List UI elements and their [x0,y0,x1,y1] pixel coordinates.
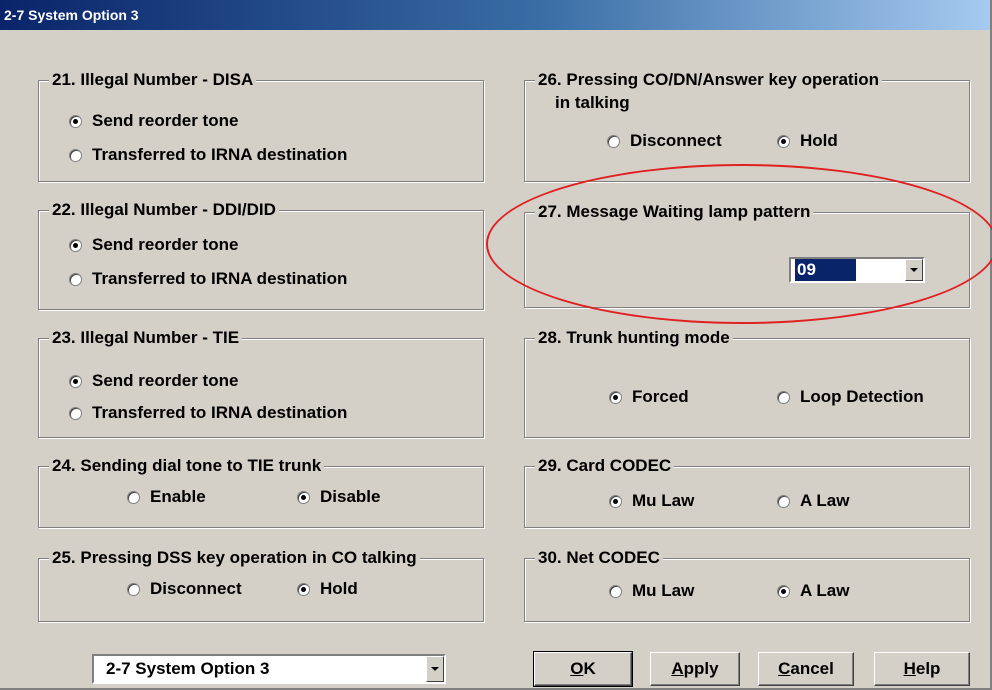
radio-unselected-icon [69,148,82,162]
group-29-card-codec: 29. Card CODEC Mu Law A Law [524,455,970,528]
ok-label: K [583,659,596,678]
g29-a-law-radio[interactable]: A Law [777,491,849,511]
cancel-button[interactable]: Cancel [758,652,854,686]
group-26-co-dn-answer-key: 26. Pressing CO/DN/Answer key operation … [524,69,970,182]
group-29-title: 29. Card CODEC [535,455,675,477]
radio-unselected-icon [127,490,140,504]
dialog-window: 2-7 System Option 3 21. Illegal Number -… [0,0,992,690]
group-24-title: 24. Sending dial tone to TIE trunk [49,455,325,477]
radio-label: Disconnect [150,579,242,598]
radio-unselected-icon [69,406,82,420]
lamp-pattern-dropdown[interactable]: 09 [789,257,925,283]
apply-label: pply [683,659,719,678]
group-27-message-waiting-lamp: 27. Message Waiting lamp pattern 09 [524,201,970,308]
radio-unselected-icon [609,584,622,598]
radio-label: Transferred to IRNA destination [92,403,348,422]
g23-send-reorder-tone-radio[interactable]: Send reorder tone [69,371,238,391]
group-28-title: 28. Trunk hunting mode [535,327,733,349]
group-25-title: 25. Pressing DSS key operation in CO tal… [49,547,420,569]
radio-label: Hold [800,131,838,150]
radio-selected-icon [609,390,622,404]
radio-label: Forced [632,387,689,406]
g26-disconnect-radio[interactable]: Disconnect [607,131,722,151]
radio-label: Send reorder tone [92,235,239,254]
group-27-title: 27. Message Waiting lamp pattern [535,201,814,223]
radio-unselected-icon [127,582,140,596]
radio-label: Mu Law [632,491,695,510]
group-21-title: 21. Illegal Number - DISA [49,69,257,91]
radio-label: Enable [150,487,206,506]
group-22-title: 22. Illegal Number - DDI/DID [49,199,279,221]
group-24-dial-tone-tie: 24. Sending dial tone to TIE trunk Enabl… [38,455,484,528]
group-26-title-line2: in talking [555,93,630,112]
g23-transferred-irna-radio[interactable]: Transferred to IRNA destination [69,403,347,423]
radio-label: Hold [320,579,358,598]
g28-forced-radio[interactable]: Forced [609,387,689,407]
ok-button[interactable]: OK [533,651,633,687]
group-22-illegal-number-ddi: 22. Illegal Number - DDI/DID Send reorde… [38,199,484,310]
g22-send-reorder-tone-radio[interactable]: Send reorder tone [69,235,238,255]
radio-label: Send reorder tone [92,111,239,130]
radio-selected-icon [69,238,82,252]
group-23-illegal-number-tie: 23. Illegal Number - TIE Send reorder to… [38,327,484,438]
help-button[interactable]: Help [874,652,970,686]
g26-hold-radio[interactable]: Hold [777,131,838,151]
g24-enable-radio[interactable]: Enable [127,487,206,507]
radio-selected-icon [777,584,790,598]
radio-unselected-icon [607,134,620,148]
chevron-down-icon[interactable] [426,656,444,682]
g30-a-law-radio[interactable]: A Law [777,581,849,601]
radio-selected-icon [297,490,310,504]
group-23-title: 23. Illegal Number - TIE [49,327,243,349]
chevron-down-icon[interactable] [905,259,923,281]
radio-selected-icon [69,114,82,128]
cancel-mnemonic: C [778,659,791,678]
radio-label: Send reorder tone [92,371,239,390]
radio-label: Loop Detection [800,387,924,406]
radio-selected-icon [297,582,310,596]
g25-disconnect-radio[interactable]: Disconnect [127,579,242,599]
g22-transferred-irna-radio[interactable]: Transferred to IRNA destination [69,269,347,289]
help-mnemonic: H [903,659,916,678]
page-select-dropdown[interactable]: 2-7 System Option 3 [92,654,446,684]
apply-button[interactable]: Apply [650,652,740,686]
help-label: elp [915,659,941,678]
g25-hold-radio[interactable]: Hold [297,579,358,599]
g21-transferred-irna-radio[interactable]: Transferred to IRNA destination [69,145,347,165]
radio-unselected-icon [69,272,82,286]
group-25-dss-key-operation: 25. Pressing DSS key operation in CO tal… [38,547,484,622]
radio-label: Mu Law [632,581,695,600]
radio-label: Disconnect [630,131,722,150]
radio-label: Transferred to IRNA destination [92,145,348,164]
radio-unselected-icon [777,494,790,508]
radio-selected-icon [609,494,622,508]
page-select-value: 2-7 System Option 3 [106,659,270,678]
radio-label: A Law [800,581,850,600]
cancel-label: ancel [790,659,834,678]
group-21-illegal-number-disa: 21. Illegal Number - DISA Send reorder t… [38,69,484,182]
lamp-pattern-value: 09 [795,259,856,281]
radio-label: Transferred to IRNA destination [92,269,348,288]
group-30-title: 30. Net CODEC [535,547,663,569]
g21-send-reorder-tone-radio[interactable]: Send reorder tone [69,111,238,131]
g28-loop-detection-radio[interactable]: Loop Detection [777,387,924,407]
g24-disable-radio[interactable]: Disable [297,487,380,507]
radio-label: Disable [320,487,381,506]
radio-label: A Law [800,491,850,510]
radio-unselected-icon [777,390,790,404]
radio-selected-icon [777,134,790,148]
apply-mnemonic: A [671,659,684,678]
group-30-net-codec: 30. Net CODEC Mu Law A Law [524,547,970,622]
g30-mu-law-radio[interactable]: Mu Law [609,581,694,601]
group-28-trunk-hunting-mode: 28. Trunk hunting mode Forced Loop Detec… [524,327,970,438]
group-26-title: 26. Pressing CO/DN/Answer key operation [535,69,883,91]
radio-selected-icon [69,374,82,388]
ok-mnemonic: O [570,659,584,678]
g29-mu-law-radio[interactable]: Mu Law [609,491,694,511]
title-bar: 2-7 System Option 3 [0,0,990,30]
